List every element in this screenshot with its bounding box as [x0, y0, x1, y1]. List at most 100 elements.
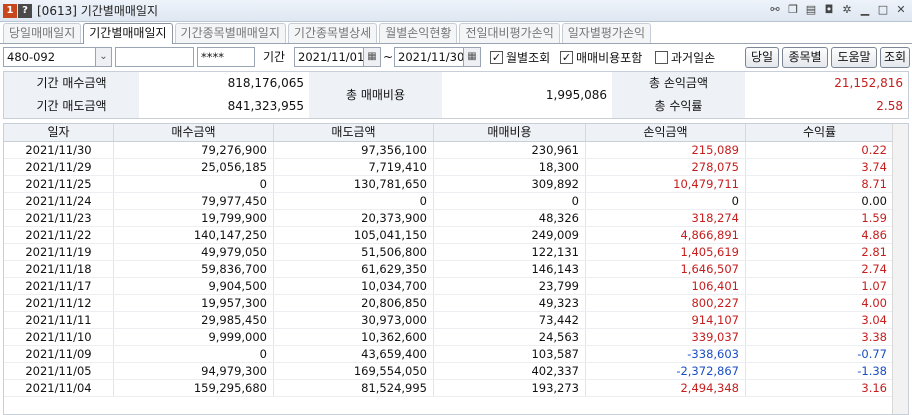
- tab-daily-journal[interactable]: 당일매매일지: [3, 23, 82, 43]
- query-button[interactable]: 조회: [880, 47, 910, 68]
- account-dropdown-icon[interactable]: ⌄: [95, 47, 112, 67]
- cell-sell: 81,524,995: [274, 380, 434, 396]
- tab-daily-eval[interactable]: 일자별평가손익: [561, 23, 652, 43]
- account-name-field: [115, 47, 194, 67]
- table-row[interactable]: 2021/11/18 59,836,700 61,629,350 146,143 1,6…: [4, 261, 908, 278]
- table-row[interactable]: 2021/11/19 49,979,050 51,506,800 122,131 1,4…: [4, 244, 908, 261]
- password-field[interactable]: ****: [197, 47, 255, 67]
- period-buy-value: 818,176,065: [227, 76, 304, 90]
- cell-rate: 0.22: [746, 142, 894, 158]
- past-loss-checkbox[interactable]: 과거일손: [655, 49, 715, 66]
- cell-date: 2021/11/22: [4, 227, 114, 243]
- minimize-icon[interactable]: ▁: [858, 3, 872, 17]
- tab-period-stock-detail[interactable]: 기간종목별상세: [287, 23, 378, 43]
- cell-date: 2021/11/24: [4, 193, 114, 209]
- by-stock-button[interactable]: 종목별: [782, 47, 828, 68]
- date-from-input[interactable]: 2021/11/01: [294, 47, 364, 67]
- calendar-from-icon[interactable]: ▦: [363, 47, 381, 67]
- today-button[interactable]: 당일: [745, 47, 779, 68]
- cell-buy: 9,999,000: [114, 329, 274, 345]
- settings-icon[interactable]: ✲: [840, 3, 854, 17]
- cell-pl: 800,227: [586, 295, 746, 311]
- cell-buy: 140,147,250: [114, 227, 274, 243]
- table-row[interactable]: 2021/11/24 79,977,450 0 0 0 0.00: [4, 193, 908, 210]
- monthly-checkbox[interactable]: ✓ 월별조회: [490, 49, 550, 66]
- cell-fee: 249,009: [434, 227, 586, 243]
- cell-sell: 20,806,850: [274, 295, 434, 311]
- table-row[interactable]: 2021/11/17 9,904,500 10,034,700 23,799 106,4…: [4, 278, 908, 295]
- calendar-to-icon[interactable]: ▦: [463, 47, 481, 67]
- cell-fee: 24,563: [434, 329, 586, 345]
- cell-rate: 4.86: [746, 227, 894, 243]
- window-number-badge[interactable]: 1: [3, 3, 17, 18]
- header-date[interactable]: 일자: [4, 124, 114, 141]
- cell-rate: 0.00: [746, 193, 894, 209]
- tab-monthly-pl[interactable]: 월별손익현황: [379, 23, 458, 43]
- header-sell[interactable]: 매도금액: [274, 124, 434, 141]
- header-rate[interactable]: 수익률: [746, 124, 894, 141]
- table-row[interactable]: 2021/11/29 25,056,185 7,719,410 18,300 278,0…: [4, 159, 908, 176]
- print-icon[interactable]: ▤: [804, 3, 818, 17]
- cell-fee: 103,587: [434, 346, 586, 362]
- cell-pl: 914,107: [586, 312, 746, 328]
- cell-buy: 0: [114, 346, 274, 362]
- link-icon[interactable]: ⚯: [768, 3, 782, 17]
- cell-rate: 3.74: [746, 159, 894, 175]
- cell-fee: 230,961: [434, 142, 586, 158]
- help-button[interactable]: 도움말: [831, 47, 877, 68]
- cell-fee: 48,326: [434, 210, 586, 226]
- cell-pl: 4,866,891: [586, 227, 746, 243]
- cell-fee: 23,799: [434, 278, 586, 294]
- vertical-scrollbar[interactable]: [892, 124, 908, 414]
- maximize-icon[interactable]: □: [876, 3, 890, 17]
- cell-buy: 9,904,500: [114, 278, 274, 294]
- period-sell-label: 기간 매도금액: [4, 95, 139, 118]
- header-pl[interactable]: 손익금액: [586, 124, 746, 141]
- cell-buy: 19,957,300: [114, 295, 274, 311]
- table-row[interactable]: 2021/11/10 9,999,000 10,362,600 24,563 339,0…: [4, 329, 908, 346]
- cell-fee: 122,131: [434, 244, 586, 260]
- table-row[interactable]: 2021/11/09 0 43,659,400 103,587 -338,603 -0.7…: [4, 346, 908, 363]
- cell-rate: 2.74: [746, 261, 894, 277]
- tab-period-stock-journal[interactable]: 기간종목별매매일지: [174, 23, 286, 43]
- camera-icon[interactable]: ◘: [822, 3, 836, 17]
- cell-sell: 20,373,900: [274, 210, 434, 226]
- cell-pl: 2,494,348: [586, 380, 746, 396]
- query-toolbar: 480-092 ⌄ **** 기간 2021/11/01 ▦ ~ 2021/11…: [0, 45, 912, 69]
- total-fee-label: 총 매매비용: [309, 72, 442, 118]
- tab-period-journal[interactable]: 기간별매매일지: [83, 23, 173, 44]
- table-row[interactable]: 2021/11/04 159,295,680 81,524,995 193,273 2,…: [4, 380, 908, 397]
- cell-buy: 79,977,450: [114, 193, 274, 209]
- table-row[interactable]: 2021/11/23 19,799,900 20,373,900 48,326 318,…: [4, 210, 908, 227]
- cell-rate: 2.81: [746, 244, 894, 260]
- window-help-badge[interactable]: ?: [18, 3, 32, 18]
- cell-pl: 106,401: [586, 278, 746, 294]
- cell-sell: 61,629,350: [274, 261, 434, 277]
- copy-icon[interactable]: ❐: [786, 3, 800, 17]
- table-row[interactable]: 2021/11/22 140,147,250 105,041,150 249,009 4…: [4, 227, 908, 244]
- cell-pl: 278,075: [586, 159, 746, 175]
- table-row[interactable]: 2021/11/05 94,979,300 169,554,050 402,337 -2…: [4, 363, 908, 380]
- cell-fee: 402,337: [434, 363, 586, 379]
- table-row[interactable]: 2021/11/12 19,957,300 20,806,850 49,323 800,…: [4, 295, 908, 312]
- tab-prev-day-eval[interactable]: 전일대비평가손익: [459, 23, 560, 43]
- date-to-input[interactable]: 2021/11/30: [394, 47, 464, 67]
- cell-sell: 97,356,100: [274, 142, 434, 158]
- cell-sell: 30,973,000: [274, 312, 434, 328]
- account-select[interactable]: 480-092: [3, 47, 96, 67]
- table-row[interactable]: 2021/11/30 79,276,900 97,356,100 230,961 215…: [4, 142, 908, 159]
- cell-date: 2021/11/29: [4, 159, 114, 175]
- close-icon[interactable]: ✕: [894, 3, 908, 17]
- header-fee[interactable]: 매매비용: [434, 124, 586, 141]
- period-label: 기간: [263, 50, 286, 64]
- cell-fee: 309,892: [434, 176, 586, 192]
- cell-fee: 0: [434, 193, 586, 209]
- cell-buy: 159,295,680: [114, 380, 274, 396]
- header-buy[interactable]: 매수금액: [114, 124, 274, 141]
- cell-fee: 146,143: [434, 261, 586, 277]
- cell-rate: 4.00: [746, 295, 894, 311]
- table-row[interactable]: 2021/11/11 29,985,450 30,973,000 73,442 914,…: [4, 312, 908, 329]
- cell-fee: 73,442: [434, 312, 586, 328]
- table-row[interactable]: 2021/11/25 0 130,781,650 309,892 10,479,711 8…: [4, 176, 908, 193]
- include-fee-checkbox[interactable]: ✓ 매매비용포함: [560, 49, 642, 66]
